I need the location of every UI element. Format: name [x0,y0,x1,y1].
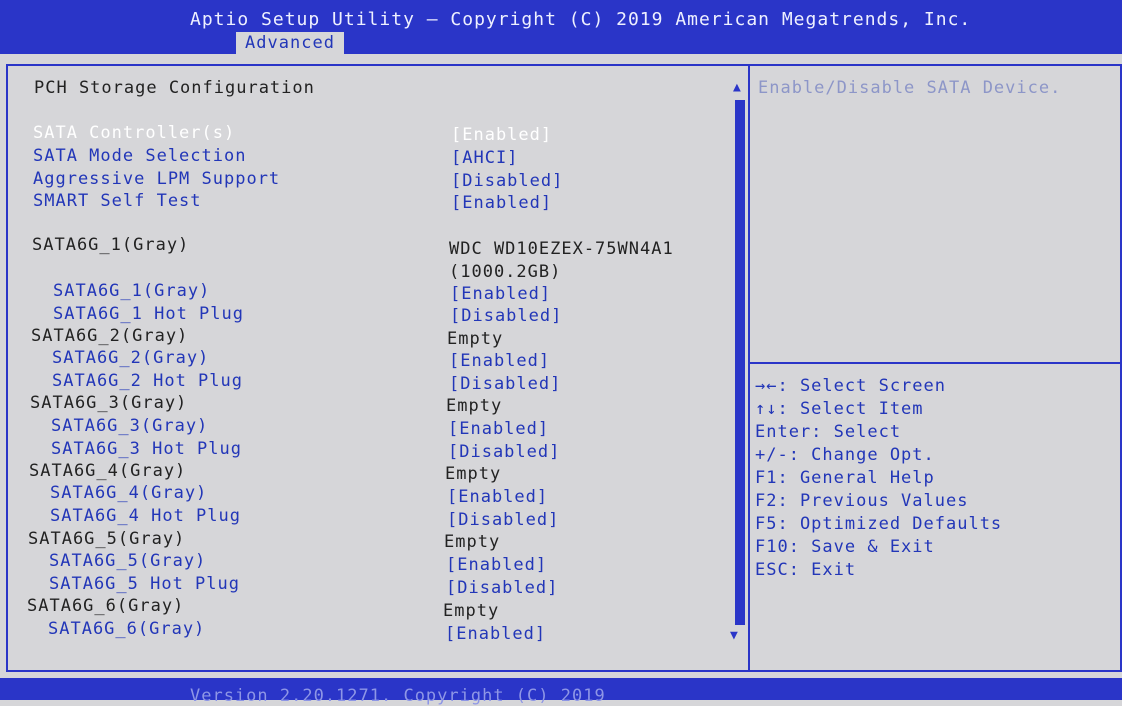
setting-value-sata-mode[interactable]: [AHCI] [451,148,518,168]
key-hint-save-exit: F10: Save & Exit [755,537,935,557]
setting-label-sata6g-1-enable[interactable]: SATA6G_1(Gray) [53,281,210,301]
port-label-sata6g-1: SATA6G_1(Gray) [32,235,190,255]
setting-value-sata6g-2-hotplug[interactable]: [Disabled] [449,374,561,394]
port-device-sata6g-6: Empty [443,601,500,621]
key-hint-enter: Enter: Select [755,422,902,442]
setting-label-sata6g-3-hotplug[interactable]: SATA6G_3 Hot Plug [51,439,242,459]
setting-value-sata6g-5-enable[interactable]: [Enabled] [446,555,547,575]
app-title: Aptio Setup Utility – Copyright (C) 2019… [190,9,972,30]
setting-label-sata6g-4-enable[interactable]: SATA6G_4(Gray) [50,483,207,503]
setting-label-aggressive-lpm[interactable]: Aggressive LPM Support [33,169,280,189]
setting-label-sata6g-3-enable[interactable]: SATA6G_3(Gray) [51,416,208,436]
port-label-sata6g-2: SATA6G_2(Gray) [31,326,189,346]
setting-value-smart-self-test[interactable]: [Enabled] [451,193,552,213]
setting-label-sata6g-6-enable[interactable]: SATA6G_6(Gray) [48,619,205,639]
version-text: Version 2.20.1271. Copyright (C) 2019 [190,686,606,706]
setting-label-sata6g-1-hotplug[interactable]: SATA6G_1 Hot Plug [53,304,244,324]
setting-value-sata6g-3-enable[interactable]: [Enabled] [448,419,549,439]
setting-label-sata6g-2-hotplug[interactable]: SATA6G_2 Hot Plug [52,371,243,391]
setting-label-smart-self-test[interactable]: SMART Self Test [33,191,202,211]
scroll-up-arrow-icon[interactable]: ▲ [733,80,742,95]
key-hint-select-item: ↑↓: Select Item [755,399,924,419]
key-hint-previous-values: F2: Previous Values [755,491,969,511]
help-text: Enable/Disable SATA Device. [758,78,1062,98]
key-legend: →←: Select Screen ↑↓: Select Item Enter:… [755,376,1002,583]
port-label-sata6g-5: SATA6G_5(Gray) [28,529,186,549]
port-label-sata6g-3: SATA6G_3(Gray) [30,393,188,413]
setting-value-sata6g-1-enable[interactable]: [Enabled] [450,284,551,304]
setting-label-sata-mode[interactable]: SATA Mode Selection [33,146,246,166]
scrollbar[interactable] [735,100,745,625]
port-device-sata6g-3: Empty [446,396,503,416]
port-device-sata6g-2: Empty [447,329,504,349]
setting-value-aggressive-lpm[interactable]: [Disabled] [451,171,563,191]
panel-divider [748,64,750,672]
scroll-down-arrow-icon[interactable]: ▼ [730,628,739,643]
key-hint-optimized-defaults: F5: Optimized Defaults [755,514,1003,534]
key-hint-general-help: F1: General Help [755,468,935,488]
setting-label-sata6g-2-enable[interactable]: SATA6G_2(Gray) [52,348,209,368]
setting-value-sata-controllers[interactable]: [Enabled] [451,125,552,145]
setting-value-sata6g-6-enable[interactable]: [Enabled] [445,624,546,644]
setting-value-sata6g-5-hotplug[interactable]: [Disabled] [446,578,558,598]
tab-advanced[interactable]: Advanced [236,32,344,54]
key-hint-select-screen: →←: Select Screen [755,376,946,396]
setting-value-sata6g-2-enable[interactable]: [Enabled] [449,351,550,371]
port-label-sata6g-4: SATA6G_4(Gray) [29,461,187,481]
setting-value-sata6g-4-hotplug[interactable]: [Disabled] [447,510,559,530]
page-title: PCH Storage Configuration [34,78,315,98]
port-label-sata6g-6: SATA6G_6(Gray) [27,596,185,616]
help-divider [750,362,1122,364]
port-capacity-sata6g-1: (1000.2GB) [449,262,562,282]
setting-label-sata6g-4-hotplug[interactable]: SATA6G_4 Hot Plug [50,506,241,526]
setting-label-sata6g-5-hotplug[interactable]: SATA6G_5 Hot Plug [49,574,240,594]
port-device-sata6g-5: Empty [444,532,501,552]
setting-value-sata6g-3-hotplug[interactable]: [Disabled] [448,442,560,462]
setting-value-sata6g-4-enable[interactable]: [Enabled] [447,487,548,507]
port-device-sata6g-1: WDC WD10EZEX-75WN4A1 [449,239,674,259]
setting-label-sata-controllers[interactable]: SATA Controller(s) [33,123,235,143]
setting-value-sata6g-1-hotplug[interactable]: [Disabled] [450,306,562,326]
port-device-sata6g-4: Empty [445,464,502,484]
key-hint-change-opt: +/-: Change Opt. [755,445,935,465]
setting-label-sata6g-5-enable[interactable]: SATA6G_5(Gray) [49,551,206,571]
key-hint-exit: ESC: Exit [755,560,857,580]
